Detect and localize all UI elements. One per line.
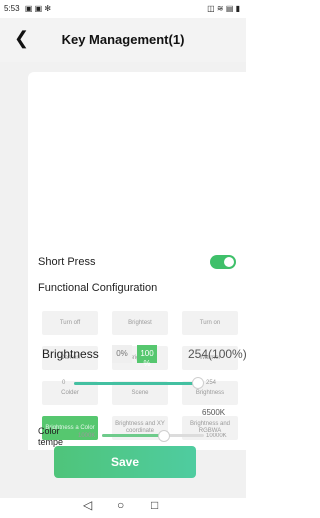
functional-configuration-label: Functional Configuration (38, 282, 158, 294)
option-brightest[interactable]: Brightest (112, 311, 168, 335)
brightness-min-label: 0 (62, 380, 66, 386)
color-temp-min-label: 1000K (78, 433, 96, 439)
brightness-100-percent-button[interactable]: 100 % (137, 345, 157, 368)
status-icons-right: ◫ ≋ ▤ ▮ (207, 4, 240, 13)
brightness-0-percent-button[interactable]: 0% (112, 345, 132, 363)
color-temp-slider-fill (102, 434, 165, 437)
status-left: 5:53 ▣ ▣ ✻ (4, 4, 51, 13)
color-temp-readout: 6500K (202, 408, 226, 417)
brightness-readout: 254(100%) (188, 347, 247, 361)
option-turn-on[interactable]: Turn on (182, 311, 238, 335)
nav-home-icon[interactable]: ○ (117, 498, 124, 512)
color-temp-label: Color tempe (38, 426, 64, 447)
status-time: 5:53 (4, 4, 20, 13)
short-press-toggle[interactable] (210, 255, 236, 269)
system-nav-bar: ◁ ○ □ (0, 498, 246, 518)
option-turn-off[interactable]: Turn off (42, 311, 98, 335)
page-title: Key Management(1) (61, 32, 185, 47)
short-press-label: Short Press (38, 256, 96, 268)
toggle-knob (224, 257, 234, 267)
color-temp-max-label: 10000K (206, 433, 227, 439)
brightness-label: Brightness (42, 347, 99, 361)
header-bar: ❮ Key Management(1) (0, 18, 246, 62)
status-bar: 5:53 ▣ ▣ ✻ ◫ ≋ ▤ ▮ (0, 0, 246, 18)
brightness-slider-fill (74, 382, 198, 385)
brightness-max-label: 254 (206, 380, 217, 386)
nav-back-icon[interactable]: ◁ (83, 498, 92, 512)
brightness-slider-thumb[interactable] (192, 377, 204, 389)
nav-recents-icon[interactable]: □ (151, 498, 158, 512)
save-button[interactable]: Save (54, 446, 196, 478)
status-icons-left: ▣ ▣ ✻ (24, 4, 52, 13)
